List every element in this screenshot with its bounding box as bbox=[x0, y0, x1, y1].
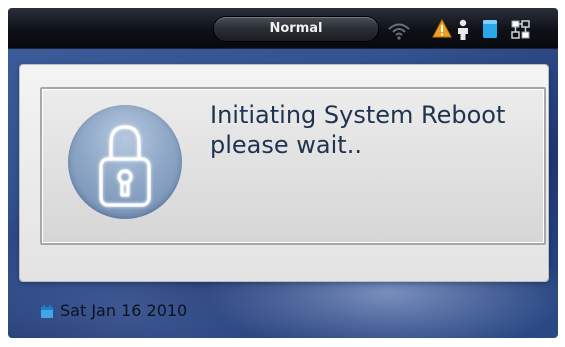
lock-badge bbox=[68, 105, 182, 219]
warning-icon[interactable] bbox=[432, 19, 452, 39]
reboot-message: Initiating System Reboot please wait.. bbox=[210, 100, 505, 160]
date-label: Sat Jan 16 2010 bbox=[60, 301, 188, 320]
reboot-dialog: Initiating System Reboot please wait.. bbox=[20, 65, 548, 281]
message-line-2: please wait.. bbox=[210, 131, 362, 159]
device-screen: Normal Initiating System Reboot please w… bbox=[8, 8, 558, 338]
mode-selector[interactable]: Normal bbox=[214, 17, 378, 41]
calendar-icon bbox=[41, 305, 53, 318]
status-bar: Normal bbox=[8, 8, 558, 49]
wifi-icon[interactable] bbox=[386, 20, 412, 40]
user-icon[interactable] bbox=[456, 19, 470, 41]
lock-icon bbox=[99, 125, 151, 207]
window-icon[interactable] bbox=[482, 19, 498, 39]
message-line-1: Initiating System Reboot bbox=[210, 101, 506, 129]
network-icon[interactable] bbox=[510, 19, 532, 41]
